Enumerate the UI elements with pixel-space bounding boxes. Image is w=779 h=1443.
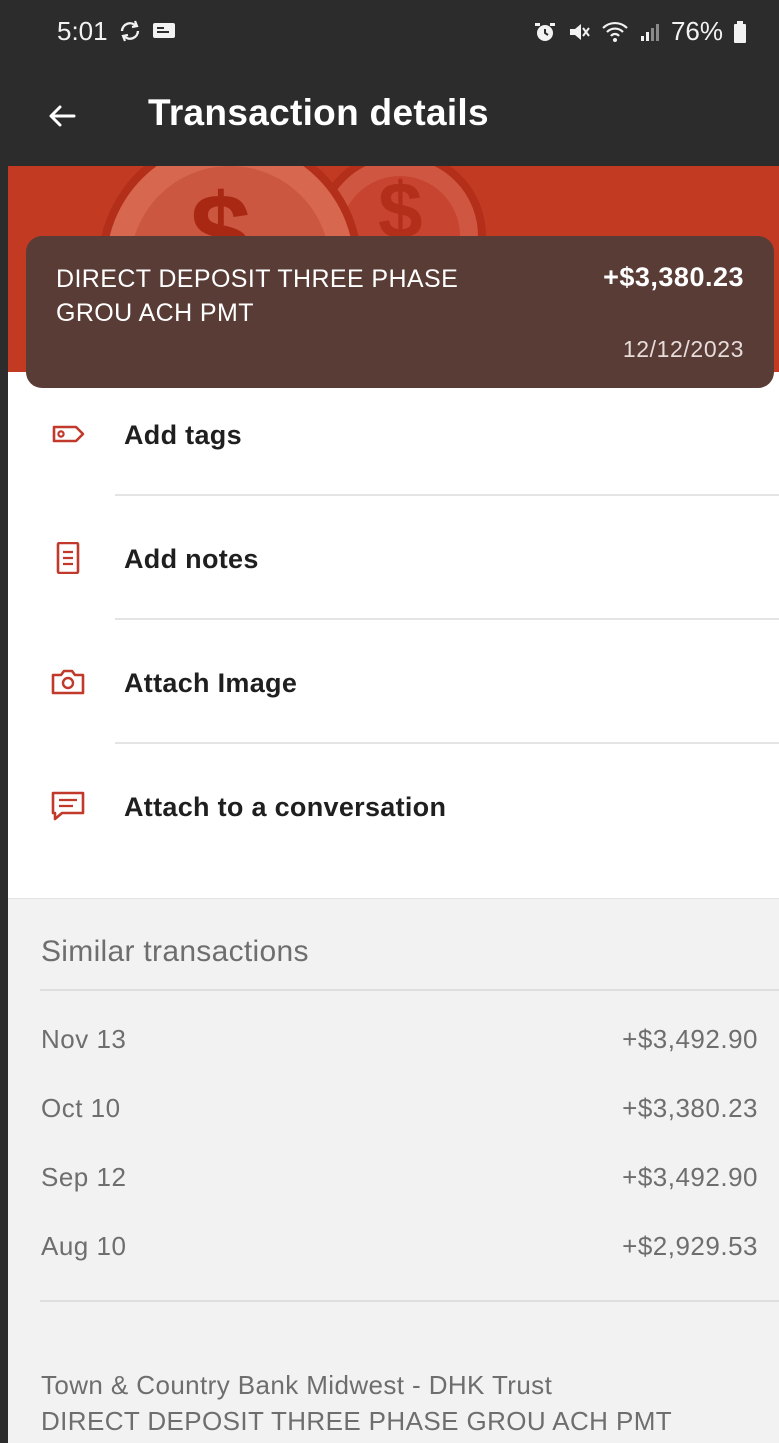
row-amount: +$3,380.23 [622,1093,758,1123]
transaction-amount: +$3,380.23 [603,262,744,292]
app-bar: Transaction details [0,66,779,166]
raw-description-text: DIRECT DEPOSIT THREE PHASE GROU ACH PMT [41,1406,673,1436]
attach-conversation-label: Attach to a conversation [124,792,447,822]
row-date: Aug 10 [41,1231,127,1261]
wifi-icon [602,21,628,42]
alarm-icon [534,22,555,41]
transaction-date: 12/12/2023 [622,336,744,362]
mute-icon [569,23,590,40]
battery-icon [734,20,746,43]
similar-transaction-row[interactable]: Nov 13 +$3,492.90 [8,1010,779,1079]
similar-transactions-section: Similar transactions Nov 13 +$3,492.90 O… [8,898,779,1443]
add-tags-label: Add tags [124,420,242,450]
attach-image-button[interactable]: Attach Image [0,620,779,744]
status-time: 5:01 [57,16,108,46]
page-title: Transaction details [148,92,489,133]
attach-image-label: Attach Image [124,668,298,698]
section-heading: Similar transactions [41,935,309,968]
row-date: Nov 13 [41,1024,127,1054]
sync-icon [120,20,140,42]
divider [40,989,779,991]
tag-icon [52,425,85,443]
transaction-description: DIRECT DEPOSIT THREE PHASE GROU ACH PMT [56,265,459,327]
row-date: Oct 10 [41,1093,121,1123]
chat-icon [51,791,85,821]
bank-name-text: Town & Country Bank Midwest - DHK Trust [41,1370,553,1400]
row-amount: +$2,929.53 [622,1231,758,1261]
status-bar: 5:01 76% [0,0,779,66]
signal-icon [640,23,659,41]
row-amount: +$3,492.90 [622,1024,758,1054]
transaction-summary-card: DIRECT DEPOSIT THREE PHASE GROU ACH PMT … [26,236,774,388]
row-amount: +$3,492.90 [622,1162,758,1192]
add-tags-button[interactable]: Add tags [0,372,779,496]
row-date: Sep 12 [41,1162,127,1192]
divider [40,1300,779,1302]
message-icon [153,23,175,38]
similar-transaction-row[interactable]: Aug 10 +$2,929.53 [8,1217,779,1286]
similar-transaction-row[interactable]: Oct 10 +$3,380.23 [8,1079,779,1148]
battery-percent: 76% [670,16,723,46]
action-list: Add tags Add notes Attach Image Attach t… [0,372,779,898]
similar-transaction-row[interactable]: Sep 12 +$3,492.90 [8,1148,779,1217]
notes-icon [56,542,80,574]
camera-icon [51,669,85,695]
back-button[interactable] [40,94,84,138]
attach-conversation-button[interactable]: Attach to a conversation [0,744,779,868]
transaction-source-info: Town & Country Bank Midwest - DHK Trust … [41,1367,672,1439]
add-notes-label: Add notes [124,544,259,574]
screen-edge [0,0,8,1443]
add-notes-button[interactable]: Add notes [0,496,779,620]
arrow-back-icon [49,105,76,127]
